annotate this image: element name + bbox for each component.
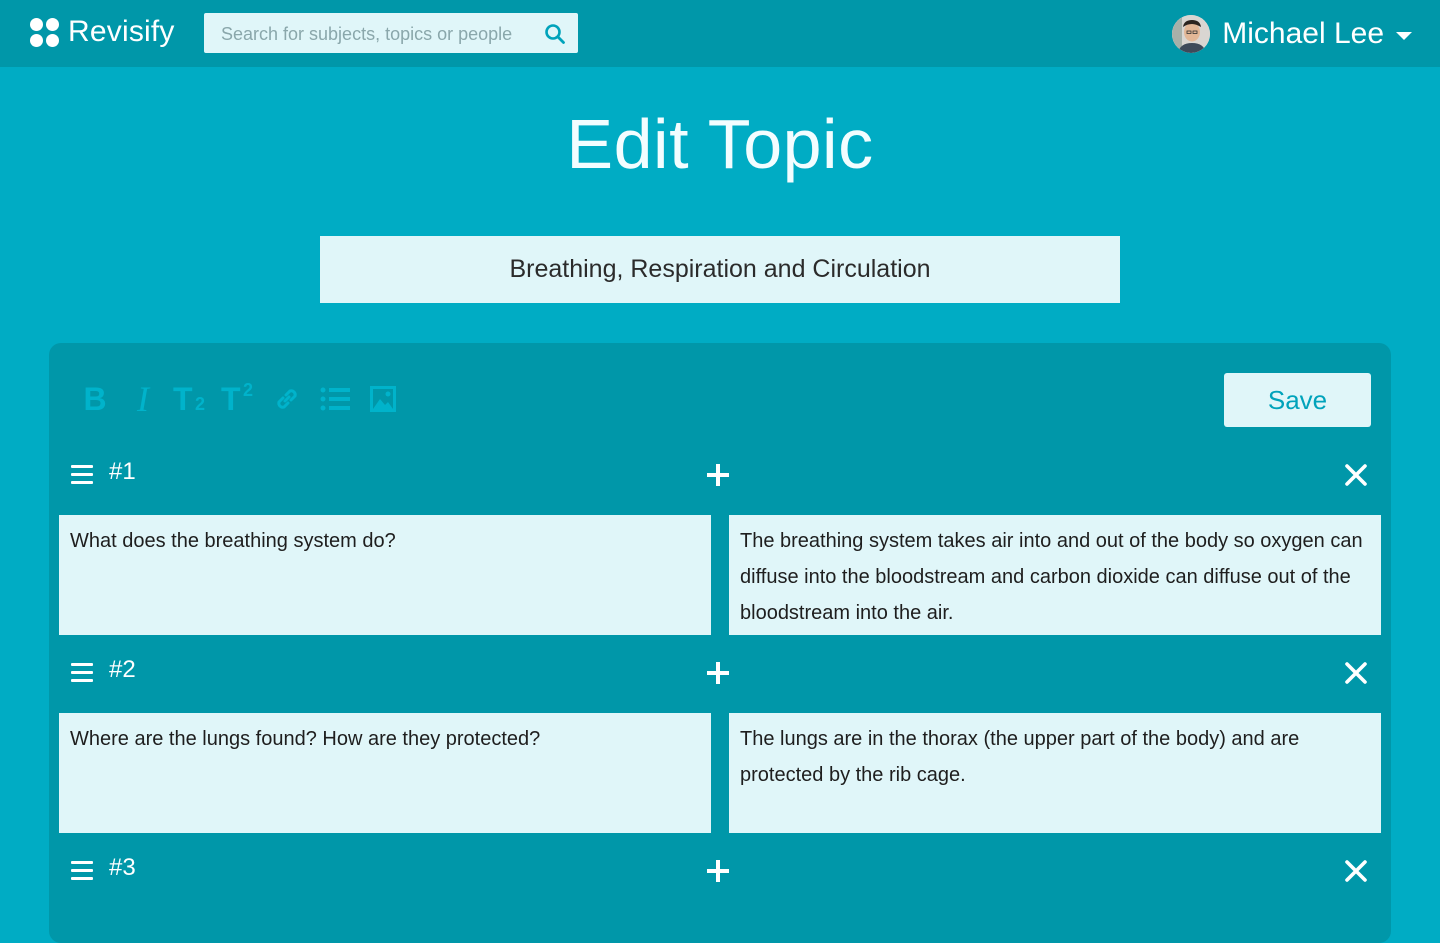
drag-handle-icon[interactable] — [71, 663, 93, 683]
save-button[interactable]: Save — [1224, 373, 1371, 427]
plus-icon[interactable] — [707, 662, 729, 684]
image-icon[interactable] — [365, 381, 401, 417]
drag-handle-icon[interactable] — [71, 861, 93, 881]
card-header: #2 — [59, 654, 1381, 694]
question-field[interactable]: What does the breathing system do? — [59, 515, 711, 635]
drag-handle-icon[interactable] — [71, 465, 93, 485]
app-logo[interactable]: Revisify — [30, 15, 175, 49]
close-icon[interactable] — [1345, 662, 1367, 684]
search-input[interactable] — [219, 13, 543, 55]
logo-icon — [30, 16, 59, 48]
answer-field[interactable]: The breathing system takes air into and … — [729, 515, 1381, 635]
card-number: #2 — [109, 656, 136, 683]
card-header: #3 — [59, 852, 1381, 892]
italic-icon[interactable]: I — [125, 379, 161, 419]
question-field[interactable]: Where are the lungs found? How are they … — [59, 713, 711, 833]
card-number: #1 — [109, 458, 136, 485]
answer-field[interactable]: The lungs are in the thorax (the upper p… — [729, 713, 1381, 833]
close-icon[interactable] — [1345, 860, 1367, 882]
plus-icon[interactable] — [707, 464, 729, 486]
close-icon[interactable] — [1345, 464, 1367, 486]
chevron-down-icon — [1396, 32, 1412, 40]
search-box — [204, 13, 578, 55]
card-header: #1 — [59, 456, 1381, 496]
topic-name-input[interactable] — [320, 236, 1120, 303]
page-title: Edit Topic — [566, 105, 874, 183]
link-icon[interactable] — [269, 381, 305, 417]
list-icon[interactable] — [317, 381, 353, 417]
card-editor-panel: B I T2 T2 Save #1 What does the breathin… — [49, 343, 1391, 943]
app-name: Revisify — [68, 15, 175, 48]
subscript-icon[interactable]: T2 — [173, 381, 209, 417]
user-name: Michael Lee — [1222, 17, 1384, 50]
formatting-toolbar: B I T2 T2 — [77, 379, 413, 419]
bold-icon[interactable]: B — [77, 381, 113, 417]
avatar — [1172, 15, 1211, 53]
card-number: #3 — [109, 854, 136, 881]
plus-icon[interactable] — [707, 860, 729, 882]
search-icon[interactable] — [544, 23, 566, 45]
superscript-icon[interactable]: T2 — [221, 380, 257, 417]
user-menu[interactable]: Michael Lee — [1172, 15, 1412, 53]
top-nav-bar: Revisify Michael Lee — [0, 0, 1440, 67]
